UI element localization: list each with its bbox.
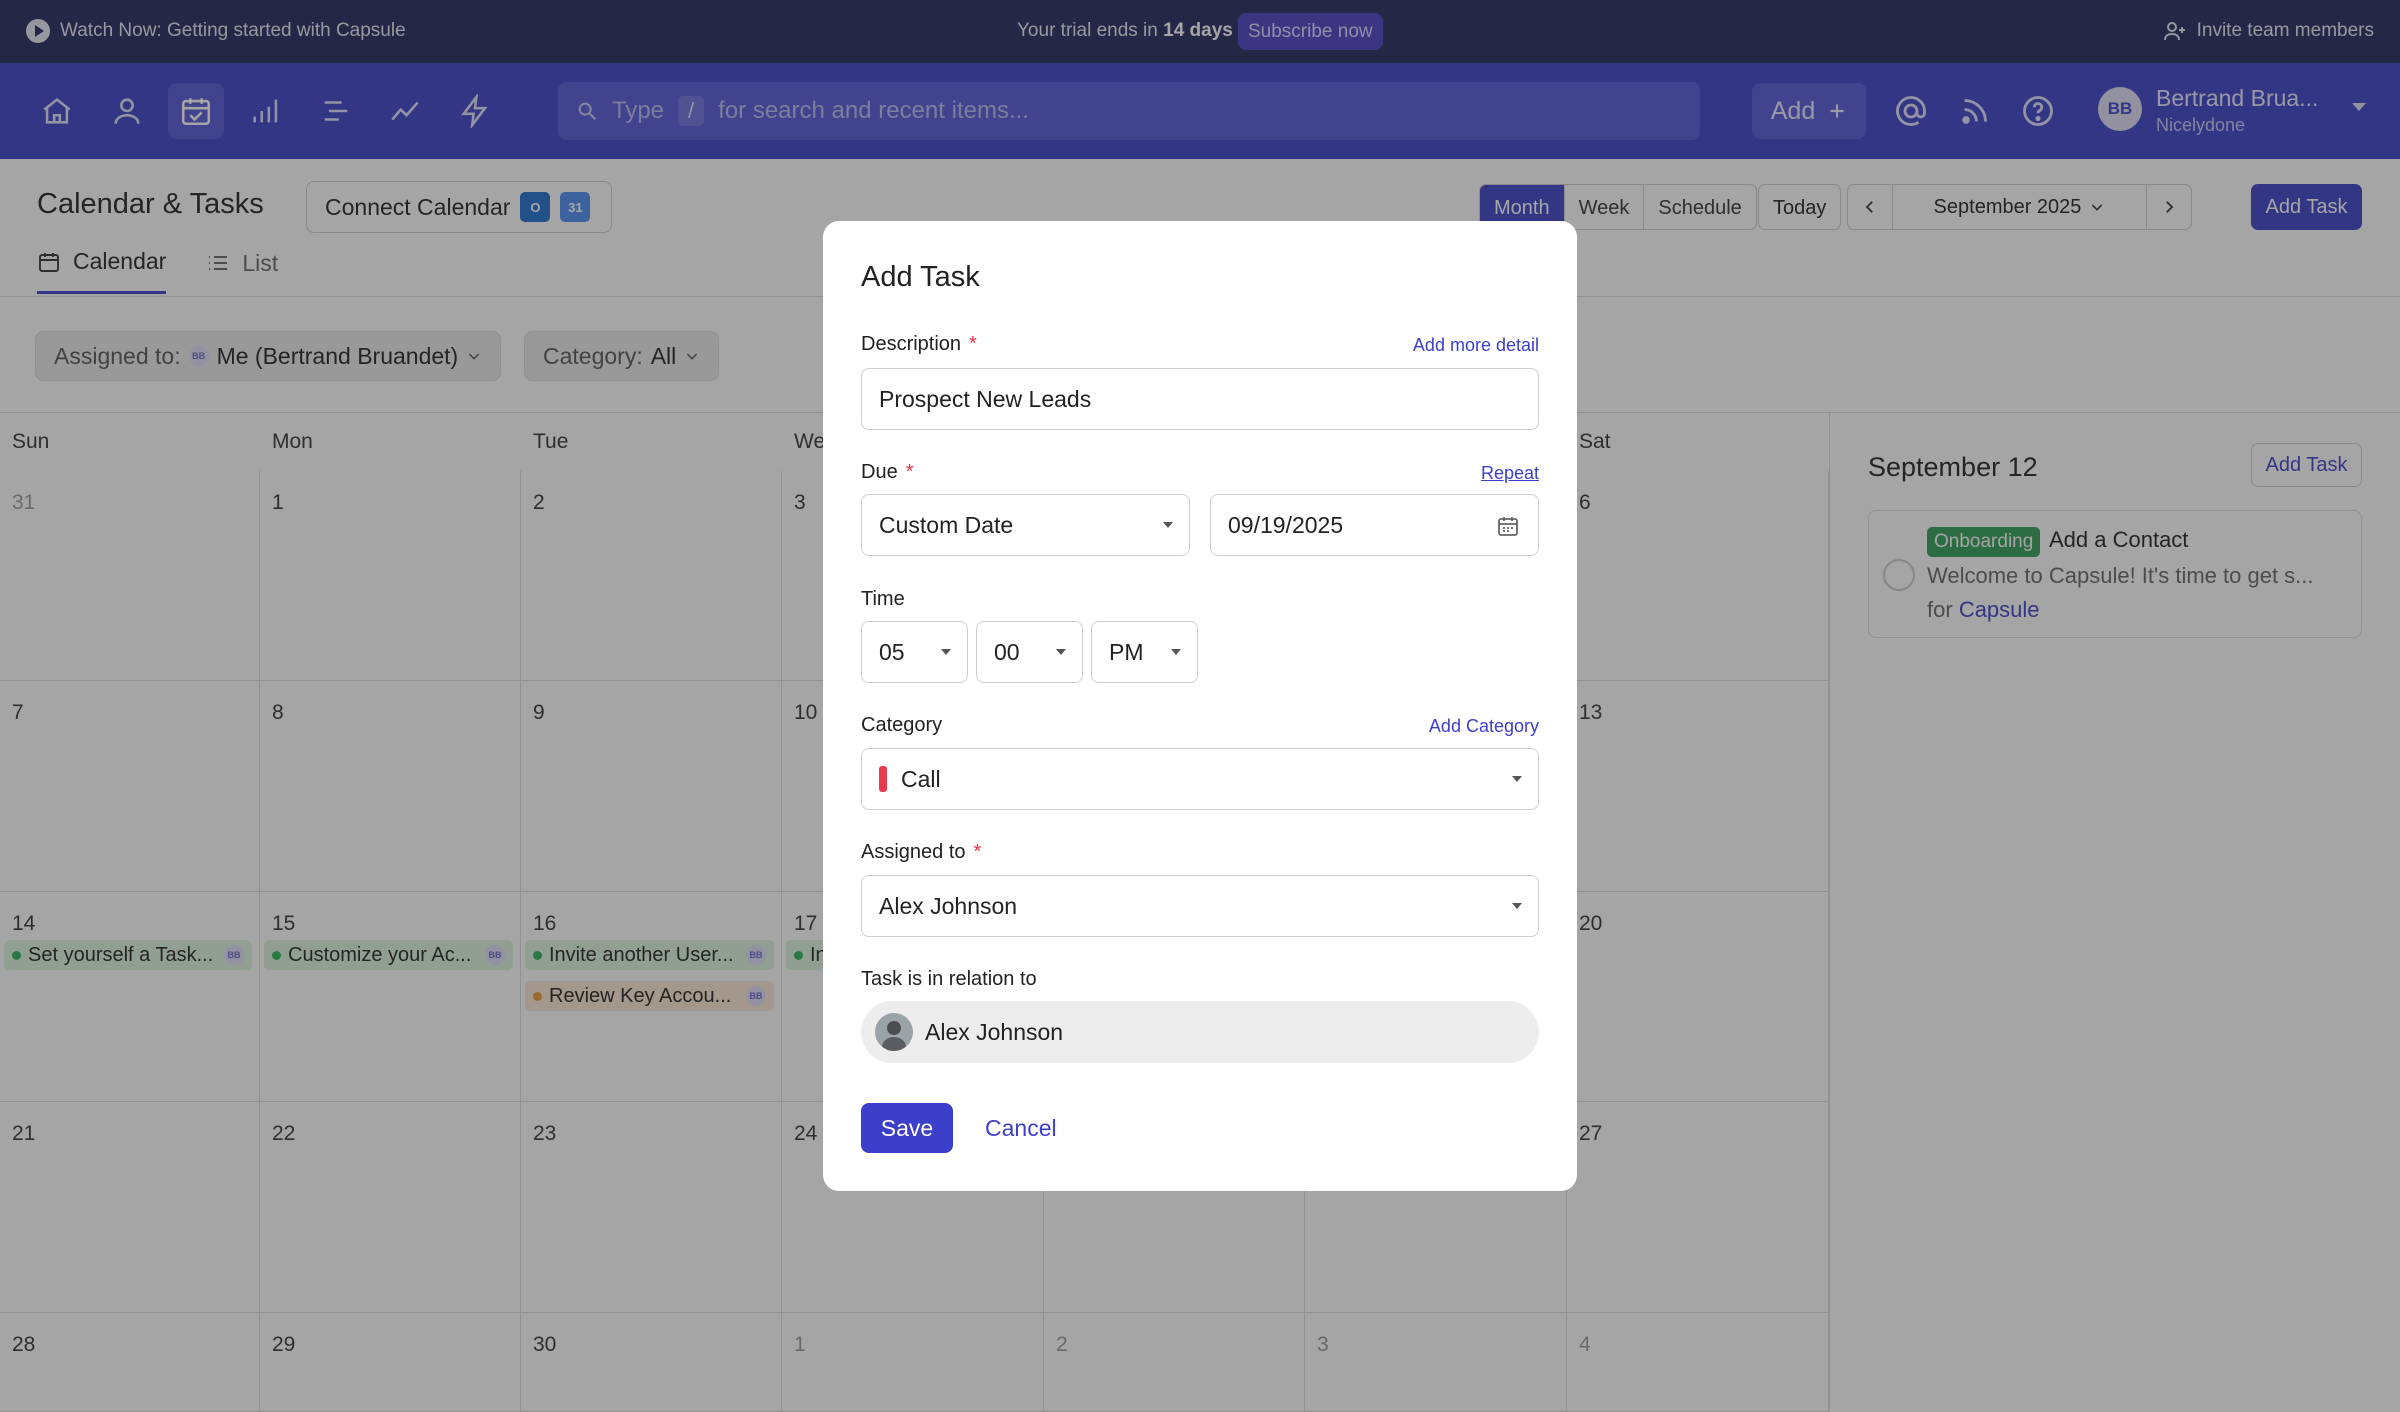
description-label: Description * [861, 333, 977, 356]
due-date-value: 09/19/2025 [1228, 511, 1344, 538]
relation-value: Alex Johnson [925, 1018, 1064, 1045]
time-ampm-select[interactable]: PM [1091, 621, 1198, 683]
category-color-swatch [879, 766, 887, 792]
caret-down-icon [1171, 649, 1181, 655]
save-button[interactable]: Save [861, 1103, 953, 1153]
required-mark: * [905, 461, 914, 483]
time-ampm-value: PM [1109, 638, 1144, 665]
due-type-select[interactable]: Custom Date [861, 494, 1190, 556]
calendar-icon[interactable] [1496, 514, 1520, 538]
cancel-button[interactable]: Cancel [985, 1103, 1057, 1153]
caret-down-icon [1512, 776, 1522, 782]
caret-down-icon [941, 649, 951, 655]
description-value: Prospect New Leads [879, 385, 1092, 412]
description-input[interactable]: Prospect New Leads [861, 368, 1539, 430]
time-hour-value: 05 [879, 638, 905, 665]
caret-down-icon [1163, 522, 1173, 528]
assigned-label: Assigned to * [861, 841, 981, 864]
assigned-label-text: Assigned to [861, 841, 966, 863]
time-label: Time [861, 588, 905, 610]
add-more-detail-link[interactable]: Add more detail [1413, 335, 1539, 356]
due-label: Due * [861, 461, 914, 484]
category-select[interactable]: Call [861, 748, 1539, 810]
relation-chip[interactable]: Alex Johnson [861, 1001, 1539, 1063]
assigned-value: Alex Johnson [879, 892, 1018, 919]
category-value: Call [901, 765, 941, 792]
required-mark: * [973, 841, 982, 863]
required-mark: * [969, 333, 977, 355]
relation-label: Task is in relation to [861, 968, 1037, 990]
add-category-link[interactable]: Add Category [1429, 716, 1539, 737]
assigned-select[interactable]: Alex Johnson [861, 875, 1539, 937]
modal-title: Add Task [861, 261, 980, 293]
contact-avatar [875, 1013, 913, 1051]
time-hour-select[interactable]: 05 [861, 621, 968, 683]
due-label-text: Due [861, 461, 898, 483]
repeat-link[interactable]: Repeat [1481, 463, 1539, 484]
category-label: Category [861, 714, 943, 736]
description-label-text: Description [861, 333, 962, 355]
due-type-value: Custom Date [879, 511, 1014, 538]
time-minute-select[interactable]: 00 [976, 621, 1083, 683]
caret-down-icon [1056, 649, 1066, 655]
due-date-input[interactable]: 09/19/2025 [1210, 494, 1539, 556]
add-task-modal: Add Task Description * Add more detail Pr… [823, 221, 1577, 1191]
time-minute-value: 00 [994, 638, 1020, 665]
caret-down-icon [1512, 903, 1522, 909]
